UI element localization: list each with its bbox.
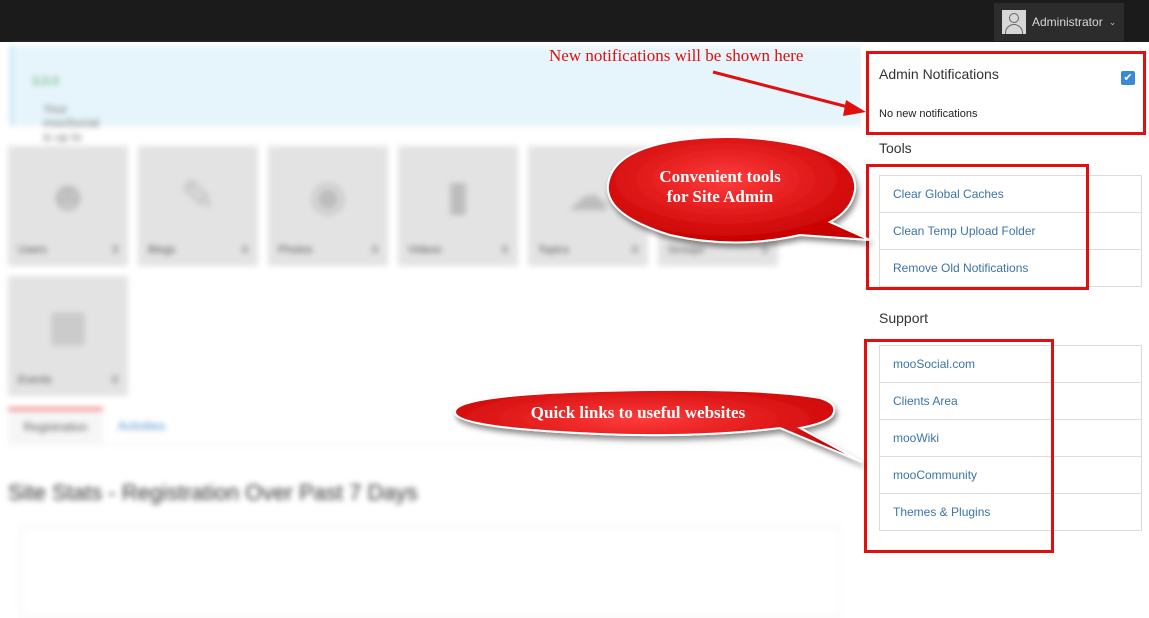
new-notifications-annotation: New notifications will be shown here <box>549 46 804 65</box>
support-callout-bubble <box>453 388 863 463</box>
annotation-overlay <box>453 70 871 463</box>
quick-links-annotation: Quick links to useful websites <box>530 403 746 422</box>
arrow-icon <box>712 70 866 116</box>
tools-annotation-line1: Convenient tools <box>659 167 781 186</box>
tools-annotation: Convenient tools for Site Admin <box>630 167 810 207</box>
tools-annotation-line2: for Site Admin <box>666 187 774 206</box>
